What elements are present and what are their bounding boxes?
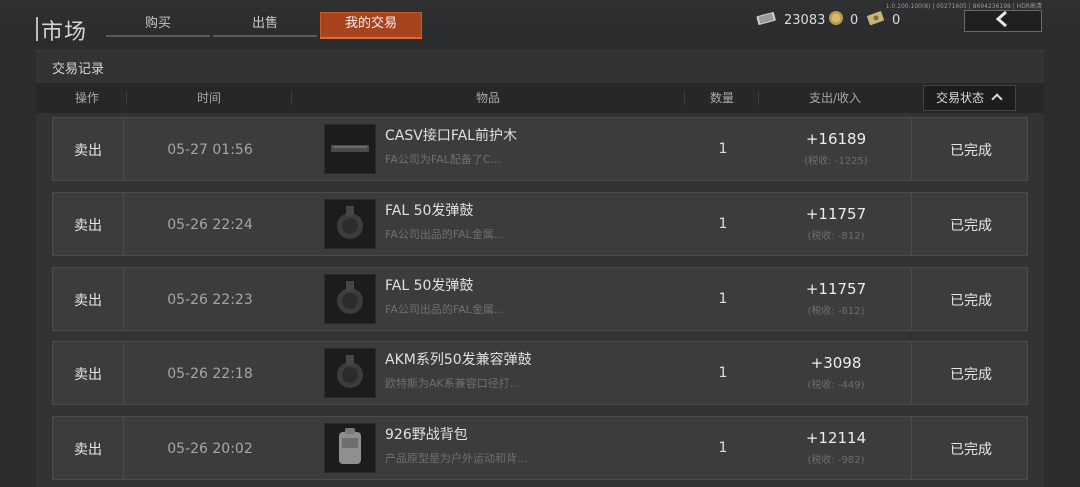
trade-amount: +3098	[810, 354, 862, 372]
table-row[interactable]: 卖出 05-27 01:56 CASV接口FAL前护木 FA公司为FAL配备了C…	[52, 117, 1028, 181]
page-title: 市场	[41, 20, 88, 45]
cash-icon	[756, 10, 778, 30]
item-qty: 1	[718, 365, 728, 381]
op-label: 卖出	[74, 293, 102, 309]
drum-magazine-icon	[324, 348, 376, 398]
trade-tax: (税收: -982)	[807, 455, 865, 466]
trade-tax: (税收: -812)	[807, 231, 865, 242]
column-header-item: 物品	[475, 91, 500, 105]
trade-amount: +11757	[805, 280, 867, 298]
item-qty: 1	[718, 440, 728, 456]
table-row[interactable]: 卖出 05-26 22:23 FAL 50发弹鼓 FA公司出品的FAL金属...…	[52, 267, 1028, 331]
trade-time: 05-26 22:23	[167, 292, 253, 308]
item-qty: 1	[718, 291, 728, 307]
trade-tax: (税收: -449)	[807, 380, 865, 391]
table-row[interactable]: 卖出 05-26 20:02 926野战背包 产品原型是为户外运动和背... 1…	[52, 416, 1028, 480]
chevron-up-icon	[991, 93, 1003, 105]
currency-voucher: 0	[866, 10, 900, 30]
item-name: FAL 50发弹鼓	[385, 278, 474, 294]
header-divider	[291, 91, 292, 105]
coin-amount: 0	[850, 12, 859, 28]
status-badge: 已完成	[950, 218, 992, 234]
item-desc: FA公司出品的FAL金属...	[385, 303, 505, 316]
cash-amount: 23083	[784, 12, 826, 28]
item-qty: 1	[718, 216, 728, 232]
trade-time: 05-26 22:24	[167, 217, 253, 233]
header-divider	[126, 91, 127, 105]
status-cell: 已完成	[911, 118, 1030, 180]
trade-tax: (税收: -812)	[807, 306, 865, 317]
trade-time: 05-26 20:02	[167, 441, 253, 457]
handguard-icon	[324, 124, 376, 174]
table-row[interactable]: 卖出 05-26 22:18 AKM系列50发兼容弹鼓 欧特斯为AK系兼容口径打…	[52, 341, 1028, 405]
item-name: 926野战背包	[385, 427, 468, 443]
section-title: 交易记录	[52, 62, 105, 77]
status-cell: 已完成	[911, 193, 1030, 255]
op-cell: 卖出	[53, 417, 124, 479]
op-label: 卖出	[74, 367, 102, 383]
column-header-qty: 数量	[709, 91, 734, 105]
status-filter-label: 交易状态	[936, 91, 985, 105]
drum-magazine-icon	[324, 199, 376, 249]
tab-buy[interactable]: 购买	[106, 13, 210, 37]
back-button[interactable]	[964, 10, 1042, 32]
top-bar: 市场 购买 出售 我的交易 23083 0 0 1.0.100.100(8) |…	[0, 0, 1080, 45]
trade-history-panel: 交易记录 操作 时间 物品 数量 支出/收入 交易状态 卖出 05-27 01:…	[36, 50, 1044, 487]
tab-my-trades[interactable]: 我的交易	[320, 12, 422, 39]
header-divider	[684, 91, 685, 105]
status-cell: 已完成	[911, 417, 1030, 479]
table-header: 操作 时间 物品 数量 支出/收入 交易状态	[36, 83, 1044, 113]
status-badge: 已完成	[950, 293, 992, 309]
item-name: FAL 50发弹鼓	[385, 203, 474, 219]
status-cell: 已完成	[911, 342, 1030, 404]
voucher-icon	[866, 10, 886, 30]
item-desc: 产品原型是为户外运动和背...	[385, 452, 528, 465]
drum-magazine-icon	[324, 274, 376, 324]
trade-amount: +16189	[805, 130, 867, 148]
op-label: 卖出	[74, 143, 102, 159]
column-header-amount: 支出/收入	[808, 91, 862, 105]
column-header-op: 操作	[74, 91, 99, 105]
item-name: AKM系列50发兼容弹鼓	[385, 352, 532, 368]
voucher-amount: 0	[892, 12, 901, 28]
item-qty: 1	[718, 141, 728, 157]
coin-icon	[828, 10, 844, 30]
status-badge: 已完成	[950, 143, 992, 159]
header-divider	[758, 91, 759, 105]
currency-coin: 0	[828, 10, 858, 30]
table-row[interactable]: 卖出 05-26 22:24 FAL 50发弹鼓 FA公司出品的FAL金属...…	[52, 192, 1028, 256]
title-accent-bar	[36, 17, 38, 41]
item-name: CASV接口FAL前护木	[385, 128, 517, 144]
status-badge: 已完成	[950, 367, 992, 383]
status-badge: 已完成	[950, 442, 992, 458]
status-filter-dropdown[interactable]: 交易状态	[923, 85, 1016, 111]
op-label: 卖出	[74, 442, 102, 458]
status-cell: 已完成	[911, 268, 1030, 330]
item-desc: FA公司为FAL配备了C...	[385, 153, 501, 166]
item-desc: FA公司出品的FAL金属...	[385, 228, 505, 241]
op-label: 卖出	[74, 218, 102, 234]
trade-time: 05-26 22:18	[167, 366, 253, 382]
chevron-left-icon	[994, 10, 1012, 31]
currency-cash: 23083	[756, 10, 825, 30]
op-cell: 卖出	[53, 193, 124, 255]
op-cell: 卖出	[53, 342, 124, 404]
item-desc: 欧特斯为AK系兼容口径打...	[385, 377, 521, 390]
tab-sell[interactable]: 出售	[213, 13, 317, 37]
trade-tax: (税收: -1225)	[804, 156, 868, 167]
column-header-time: 时间	[196, 91, 221, 105]
op-cell: 卖出	[53, 268, 124, 330]
trade-amount: +11757	[805, 205, 867, 223]
trade-time: 05-27 01:56	[167, 142, 253, 158]
trade-amount: +12114	[805, 429, 867, 447]
op-cell: 卖出	[53, 118, 124, 180]
version-info: 1.0.100.100(8) | 05271605 | 8694236198 |…	[885, 3, 1042, 10]
backpack-icon	[324, 423, 376, 473]
